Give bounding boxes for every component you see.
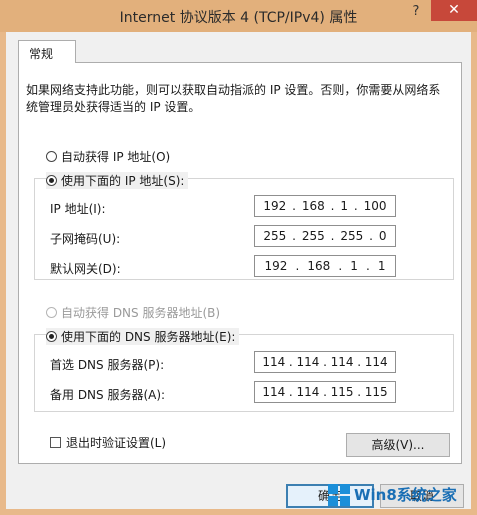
mask-octet: 255 — [301, 229, 325, 243]
gateway-field[interactable]: 192. 168. 1. 1 — [254, 255, 396, 277]
alternate-dns-field[interactable]: 114. 114. 115. 115 — [254, 381, 396, 403]
radio-manual-ip-circle[interactable] — [46, 175, 57, 186]
radio-manual-dns-circle[interactable] — [46, 331, 57, 342]
dns-octet: 114 — [296, 385, 320, 399]
radio-auto-ip[interactable]: 自动获得 IP 地址(O) — [46, 148, 170, 165]
preferred-dns-field[interactable]: 114. 114. 114. 114 — [254, 351, 396, 373]
validate-checkbox[interactable] — [50, 437, 61, 448]
mask-octet: 0 — [378, 229, 387, 243]
dns-octet: 114 — [262, 385, 286, 399]
ip-octet: 1 — [340, 199, 349, 213]
radio-auto-ip-label: 自动获得 IP 地址(O) — [61, 150, 171, 164]
watermark: Win8系统之家 — [328, 478, 473, 511]
dns-octet: 114 — [330, 355, 354, 369]
radio-auto-dns: 自动获得 DNS 服务器地址(B) — [46, 304, 220, 321]
dialog-window: Internet 协议版本 4 (TCP/IPv4) 属性 ? ✕ 常规 如果网… — [0, 0, 477, 515]
radio-manual-ip-label: 使用下面的 IP 地址(S): — [61, 174, 185, 188]
ip-address-label: IP 地址(I): — [50, 202, 106, 216]
dns-octet: 115 — [330, 385, 354, 399]
alternate-dns-label: 备用 DNS 服务器(A): — [50, 388, 166, 402]
dns-octet: 114 — [296, 355, 320, 369]
gateway-octet: 1 — [350, 259, 358, 273]
validate-label: 退出时验证设置(L) — [66, 436, 167, 450]
validate-checkbox-row[interactable]: 退出时验证设置(L) — [50, 434, 166, 451]
ip-octet: 192 — [263, 199, 287, 213]
mask-octet: 255 — [263, 229, 287, 243]
ip-address-field[interactable]: 192. 168. 1. 100 — [254, 195, 396, 217]
close-button[interactable]: ✕ — [431, 0, 477, 21]
dns-octet: 114 — [262, 355, 286, 369]
radio-auto-ip-circle[interactable] — [46, 151, 57, 162]
mask-octet: 255 — [340, 229, 364, 243]
watermark-text: Win8系统之家 — [354, 486, 457, 504]
dns-octet: 115 — [364, 385, 388, 399]
windows-logo-icon — [328, 483, 350, 506]
radio-auto-dns-circle — [46, 307, 57, 318]
radio-manual-dns-label: 使用下面的 DNS 服务器地址(E): — [61, 330, 236, 344]
help-button[interactable]: ? — [402, 2, 430, 22]
gateway-octet: 168 — [307, 259, 331, 273]
tab-general-label: 常规 — [29, 47, 54, 61]
radio-manual-ip[interactable]: 使用下面的 IP 地址(S): — [46, 172, 189, 189]
ip-octet: 100 — [363, 199, 387, 213]
gateway-label: 默认网关(D): — [50, 262, 121, 276]
radio-manual-dns[interactable]: 使用下面的 DNS 服务器地址(E): — [46, 328, 240, 345]
tab-general[interactable]: 常规 — [18, 40, 76, 63]
ip-octet: 168 — [301, 199, 325, 213]
dns-octet: 114 — [364, 355, 388, 369]
gateway-octet: 192 — [264, 259, 288, 273]
title-bar[interactable]: Internet 协议版本 4 (TCP/IPv4) 属性 ? ✕ — [0, 0, 477, 32]
gateway-octet: 1 — [377, 259, 386, 273]
subnet-mask-field[interactable]: 255. 255. 255. 0 — [254, 225, 396, 247]
advanced-button[interactable]: 高级(V)... — [346, 433, 450, 457]
radio-auto-dns-label: 自动获得 DNS 服务器地址(B) — [61, 306, 221, 320]
dialog-client: 常规 如果网络支持此功能，则可以获取自动指派的 IP 设置。否则，你需要从网络系… — [6, 32, 471, 509]
description-text: 如果网络支持此功能，则可以获取自动指派的 IP 设置。否则，你需要从网络系统管理… — [26, 83, 441, 114]
subnet-mask-label: 子网掩码(U): — [50, 232, 121, 246]
preferred-dns-label: 首选 DNS 服务器(P): — [50, 358, 165, 372]
